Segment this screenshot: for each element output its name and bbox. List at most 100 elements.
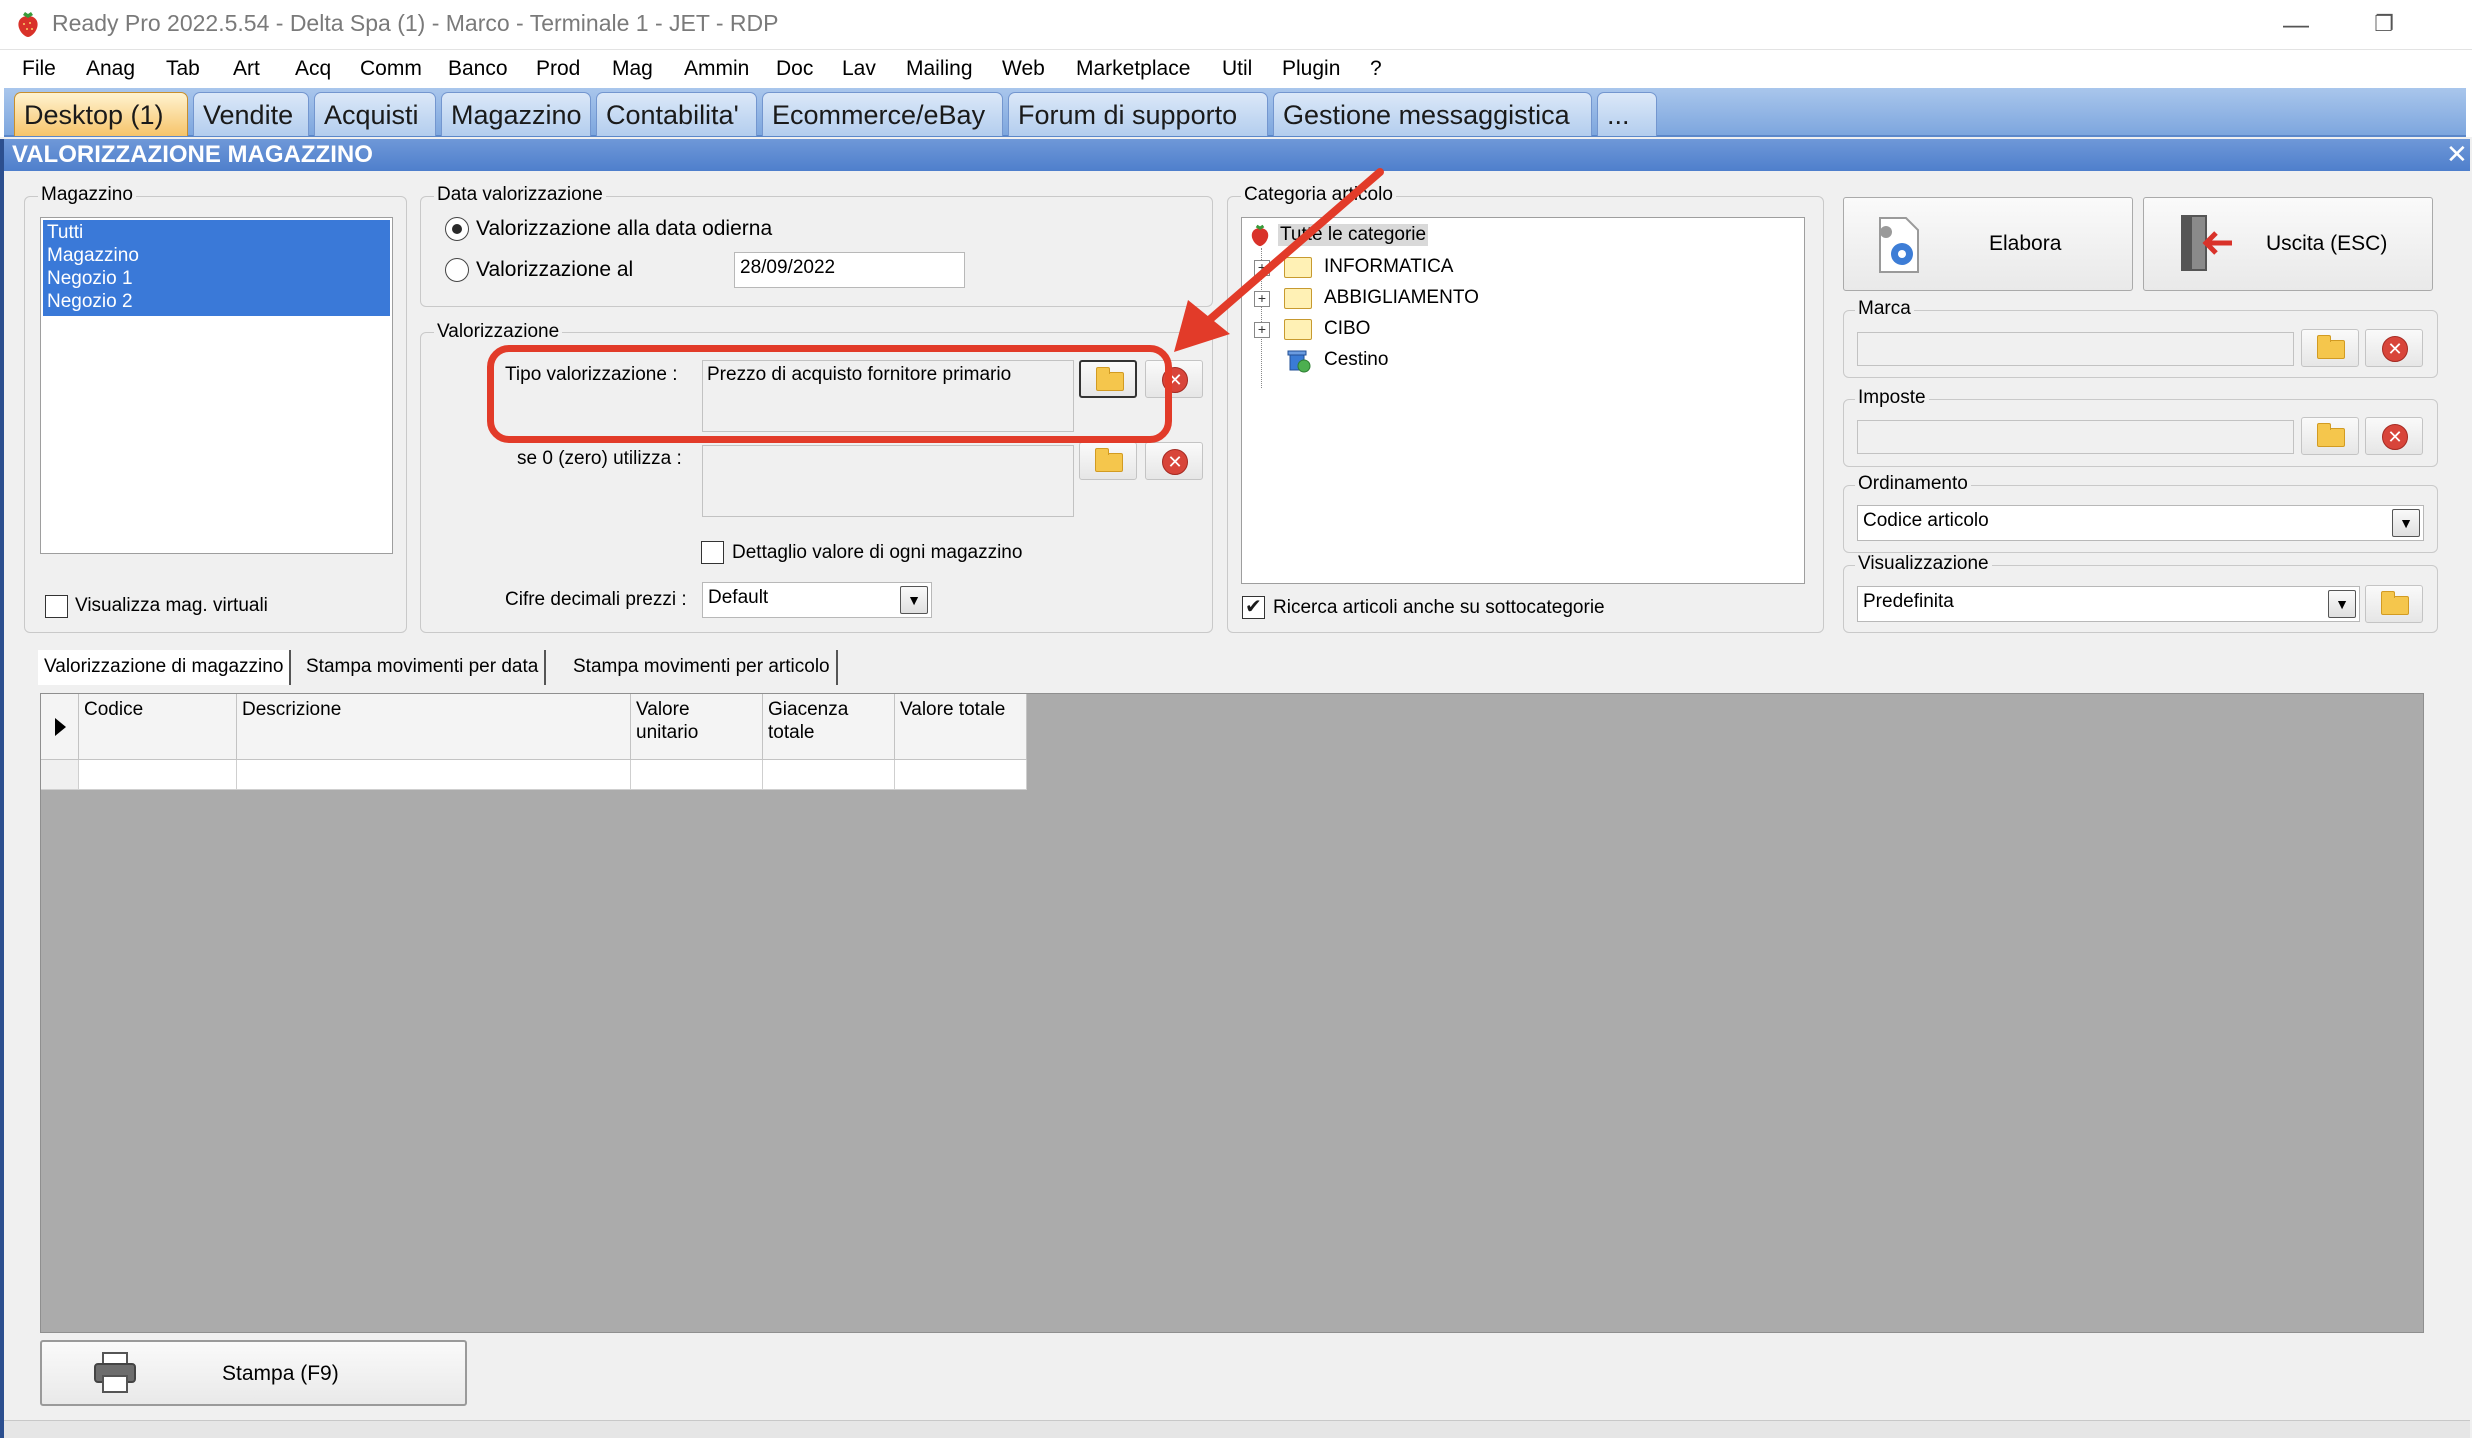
exit-door-icon [2181, 215, 2232, 271]
gear-document-icon [1879, 217, 1919, 273]
column-header-giacenza-totale[interactable]: Giacenza totale [763, 694, 895, 760]
visualizzazione-value: Predefinita [1863, 591, 1954, 612]
strawberry-icon [18, 12, 38, 37]
column-header-valore-totale[interactable]: Valore totale [895, 694, 1027, 760]
module-tab-bar: Desktop (1) Vendite Acquisti Magazzino C… [0, 88, 2472, 137]
window-title: Ready Pro 2022.5.54 - Delta Spa (1) - Ma… [52, 10, 779, 36]
imposte-field[interactable] [1857, 420, 2294, 454]
menu-help[interactable]: ? [1370, 50, 1382, 88]
tab-vendite[interactable]: Vendite [193, 92, 309, 136]
tab-contabilita[interactable]: Contabilita' [596, 92, 757, 136]
menu-art[interactable]: Art [233, 50, 260, 88]
row-pointer-icon [55, 718, 66, 736]
marca-field[interactable] [1857, 332, 2294, 366]
list-item[interactable]: Negozio 2 [47, 291, 133, 313]
radio-date-label: Valorizzazione al [476, 258, 634, 281]
menu-anag[interactable]: Anag [86, 50, 135, 88]
elabora-button[interactable]: Elabora [1843, 197, 2133, 291]
chevron-down-icon[interactable]: ▼ [2328, 590, 2356, 618]
folder-icon [1095, 448, 1123, 472]
radio-date[interactable] [445, 258, 469, 282]
visualizzazione-select[interactable]: Predefinita [1857, 586, 2360, 622]
zero-utilizza-clear-button[interactable]: ✕ [1145, 442, 1203, 480]
results-grid[interactable]: Codice Descrizione Valore unitario Giace… [40, 693, 2424, 1333]
menu-ammin[interactable]: Ammin [684, 50, 749, 88]
visualizzazione-label: Visualizzazione [1855, 553, 1992, 575]
stampa-button[interactable]: Stampa (F9) [40, 1340, 467, 1406]
folder-icon [2317, 335, 2345, 359]
imposte-browse-button[interactable] [2301, 417, 2359, 455]
restore-button[interactable]: ❐ [2354, 4, 2414, 44]
imposte-label: Imposte [1855, 387, 1929, 409]
subtab-movimenti-data[interactable]: Stampa movimenti per data [300, 650, 547, 685]
chevron-down-icon[interactable]: ▼ [2392, 509, 2420, 537]
grid-cell[interactable] [237, 760, 631, 790]
marca-clear-button[interactable]: ✕ [2365, 329, 2423, 367]
list-item[interactable]: Magazzino [47, 245, 139, 267]
menu-doc[interactable]: Doc [776, 50, 813, 88]
menu-mag[interactable]: Mag [612, 50, 653, 88]
tab-ecommerce[interactable]: Ecommerce/eBay [762, 92, 1003, 136]
grid-cell[interactable] [895, 760, 1027, 790]
folder-icon [2317, 423, 2345, 447]
dettaglio-checkbox[interactable] [701, 541, 724, 564]
menu-util[interactable]: Util [1222, 50, 1252, 88]
menu-tab[interactable]: Tab [166, 50, 200, 88]
column-header-codice[interactable]: Codice [79, 694, 237, 760]
subtab-movimenti-articolo[interactable]: Stampa movimenti per articolo [567, 650, 838, 685]
menu-acq[interactable]: Acq [295, 50, 331, 88]
menu-plugin[interactable]: Plugin [1282, 50, 1340, 88]
tab-magazzino[interactable]: Magazzino [441, 92, 591, 136]
subtab-valorizzazione[interactable]: Valorizzazione di magazzino [38, 650, 292, 685]
menu-banco[interactable]: Banco [448, 50, 508, 88]
column-header-valore-unitario[interactable]: Valore unitario [631, 694, 763, 760]
printer-icon [94, 1352, 136, 1393]
visualizzazione-browse-button[interactable] [2365, 585, 2423, 623]
tab-messaggistica[interactable]: Gestione messaggistica [1273, 92, 1592, 136]
column-header-descrizione[interactable]: Descrizione [237, 694, 631, 760]
date-input[interactable]: 28/09/2022 [734, 252, 965, 288]
menu-web[interactable]: Web [1002, 50, 1045, 88]
menu-marketplace[interactable]: Marketplace [1076, 50, 1190, 88]
tab-forum[interactable]: Forum di supporto [1008, 92, 1268, 136]
app-window: Ready Pro 2022.5.54 - Delta Spa (1) - Ma… [0, 0, 2472, 1438]
menu-comm[interactable]: Comm [360, 50, 422, 88]
menu-lav[interactable]: Lav [842, 50, 876, 88]
form-close-button[interactable]: ✕ [2446, 139, 2468, 170]
virtual-mag-checkbox[interactable] [45, 595, 68, 618]
uscita-button[interactable]: Uscita (ESC) [2143, 197, 2433, 291]
grid-cell[interactable] [631, 760, 763, 790]
row-indicator-header [41, 694, 79, 760]
dettaglio-label: Dettaglio valore di ogni magazzino [732, 542, 1023, 563]
imposte-clear-button[interactable]: ✕ [2365, 417, 2423, 455]
grid-cell[interactable] [763, 760, 895, 790]
list-item[interactable]: Tutti [47, 222, 83, 244]
minimize-button[interactable]: — [2266, 4, 2326, 44]
uscita-label: Uscita (ESC) [2266, 232, 2388, 255]
tab-more[interactable]: ... [1597, 92, 1657, 136]
clear-icon: ✕ [2382, 424, 2408, 450]
menu-file[interactable]: File [22, 50, 56, 88]
menu-prod[interactable]: Prod [536, 50, 580, 88]
radio-today[interactable] [445, 217, 469, 241]
chevron-down-icon[interactable]: ▼ [900, 586, 928, 614]
subcategory-checkbox[interactable] [1242, 594, 1265, 619]
menu-mailing[interactable]: Mailing [906, 50, 973, 88]
cifre-decimali-value: Default [708, 587, 769, 608]
annotation-arrow-icon [1174, 168, 1384, 352]
cifre-decimali-select[interactable]: Default [702, 582, 932, 618]
list-item[interactable]: Negozio 1 [47, 268, 133, 290]
clear-icon: ✕ [2382, 336, 2408, 362]
tab-desktop[interactable]: Desktop (1) [14, 92, 188, 136]
ordinamento-value: Codice articolo [1863, 510, 1989, 531]
zero-utilizza-browse-button[interactable] [1079, 442, 1137, 480]
ordinamento-select[interactable]: Codice articolo [1857, 505, 2424, 541]
left-border [0, 139, 4, 1438]
subcategory-label: Ricerca articoli anche su sottocategorie [1273, 597, 1605, 618]
magazzino-list[interactable]: Tutti Magazzino Negozio 1 Negozio 2 [40, 217, 393, 554]
marca-browse-button[interactable] [2301, 329, 2359, 367]
folder-icon [2381, 591, 2409, 615]
grid-cell[interactable] [79, 760, 237, 790]
zero-utilizza-field[interactable] [702, 445, 1074, 517]
tab-acquisti[interactable]: Acquisti [314, 92, 436, 136]
